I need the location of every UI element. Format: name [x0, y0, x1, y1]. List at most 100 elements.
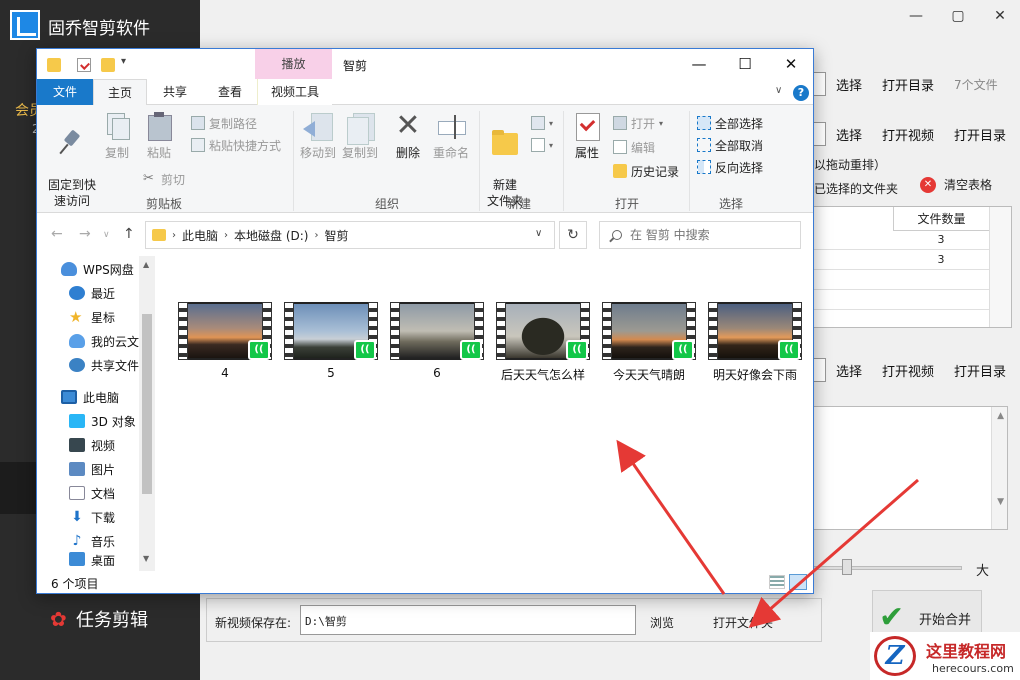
back-arrow-icon[interactable]: ← [51, 226, 63, 242]
select-button[interactable]: 选择 [836, 75, 862, 94]
nav-item-this-pc[interactable]: 此电脑 [61, 386, 119, 408]
minimize-button[interactable]: — [687, 53, 711, 75]
nav-item-3d-objects[interactable]: 3D 对象 [69, 410, 136, 432]
move-to-button[interactable]: 移动到 [299, 111, 337, 161]
history-button[interactable]: 历史记录 [613, 161, 679, 181]
nav-item-my-cloud-docs[interactable]: 我的云文 [69, 330, 139, 352]
nav-item-downloads[interactable]: ⬇ 下载 [69, 506, 115, 528]
save-path-input[interactable]: D:\智剪 [300, 605, 636, 635]
help-icon[interactable]: ? [793, 85, 809, 101]
properties-icon[interactable] [77, 58, 91, 72]
contextual-tab-play[interactable]: 播放 [255, 49, 332, 79]
invert-selection-button[interactable]: 反向选择 [697, 157, 763, 177]
breadcrumb-this-pc[interactable]: 此电脑 [182, 227, 218, 244]
input-box-edge[interactable] [812, 358, 826, 382]
nav-item-videos[interactable]: 视频 [69, 434, 115, 456]
tab-home[interactable]: 主页 [93, 79, 147, 105]
file-item[interactable]: (( 后天天气怎么样 [493, 302, 593, 383]
scroll-up-icon[interactable]: ▲ [997, 411, 1004, 421]
tab-share[interactable]: 共享 [149, 79, 201, 105]
clear-table-button[interactable]: ✕ 清空表格 [920, 176, 992, 193]
new-item-button[interactable]: ▾ [531, 113, 553, 133]
easy-access-button[interactable]: ▾ [531, 135, 553, 155]
rename-button[interactable]: 重命名 [431, 111, 471, 161]
details-view-icon[interactable] [769, 575, 785, 589]
tab-view[interactable]: 查看 [203, 79, 257, 105]
nav-item-starred[interactable]: ★ 星标 [69, 306, 115, 328]
delete-button[interactable]: ✕ 删除 [393, 111, 423, 161]
nav-item-recent[interactable]: 最近 [69, 282, 115, 304]
large-icons-view-icon[interactable] [789, 574, 807, 590]
app-close-button[interactable]: ✕ [990, 8, 1010, 26]
scroll-down-icon[interactable]: ▼ [143, 554, 149, 563]
navigation-scrollbar[interactable]: ▲ ▼ [139, 256, 155, 571]
nav-item-pictures[interactable]: 图片 [69, 458, 115, 480]
size-slider-track[interactable] [812, 566, 962, 570]
tab-video-tools[interactable]: 视频工具 [257, 79, 332, 105]
text-area-scrollbar[interactable]: ▲ ▼ [991, 407, 1007, 529]
recent-locations-icon[interactable]: ∨ [103, 230, 110, 240]
explorer-titlebar[interactable]: ▾ 播放 智剪 — ☐ ✕ [37, 49, 813, 79]
chevron-down-icon[interactable]: ∨ [775, 85, 782, 96]
copy-path-button[interactable]: 复制路径 [191, 113, 257, 133]
app-minimize-button[interactable]: — [906, 8, 926, 26]
nav-item-label: 我的云文 [91, 334, 140, 349]
sidebar-item-task-edit[interactable]: ✿ 任务剪辑 [50, 606, 148, 632]
paste-button[interactable]: 粘贴 [143, 111, 175, 161]
size-slider-thumb[interactable] [842, 559, 852, 575]
new-folder-icon[interactable] [101, 58, 115, 72]
open-dir-button[interactable]: 打开目录 [954, 125, 1006, 144]
scrollbar-thumb[interactable] [142, 314, 152, 494]
browse-button[interactable]: 浏览 [650, 614, 674, 631]
cut-button[interactable]: ✂ 剪切 [143, 169, 185, 189]
open-folder-button[interactable]: 打开文件夹 [713, 614, 773, 631]
pin-quick-access-button[interactable]: 固定到快 速访问 [43, 111, 101, 209]
paste-shortcut-button[interactable]: 粘贴快捷方式 [191, 135, 281, 155]
table-scrollbar[interactable] [989, 207, 1011, 327]
app-maximize-button[interactable]: ▢ [948, 8, 968, 26]
close-button[interactable]: ✕ [779, 53, 803, 75]
open-video-button[interactable]: 打开视频 [882, 125, 934, 144]
open-button[interactable]: 打开 ▾ [613, 113, 663, 133]
table-row-divider [813, 269, 989, 270]
file-item[interactable]: (( 6 [387, 302, 487, 380]
file-item[interactable]: (( 今天天气晴朗 [599, 302, 699, 383]
file-item[interactable]: (( 5 [281, 302, 381, 380]
breadcrumb-zhijian[interactable]: 智剪 [324, 227, 348, 244]
nav-item-documents[interactable]: 文档 [69, 482, 115, 504]
refresh-button[interactable]: ↻ [559, 221, 587, 249]
nav-item-music[interactable]: ♪ 音乐 [69, 530, 115, 552]
quick-access-dropdown-icon[interactable]: ▾ [121, 56, 126, 67]
select-none-button[interactable]: 全部取消 [697, 135, 763, 155]
copy-button[interactable]: 复制 [101, 111, 133, 161]
nav-item-desktop[interactable]: 桌面 [69, 552, 115, 566]
breadcrumb-local-disk[interactable]: 本地磁盘 (D:) [234, 227, 308, 244]
select-button[interactable]: 选择 [836, 361, 862, 380]
select-button[interactable]: 选择 [836, 125, 862, 144]
address-bar[interactable]: › 此电脑 › 本地磁盘 (D:) › 智剪 [145, 221, 555, 249]
maximize-button[interactable]: ☐ [733, 53, 757, 75]
open-video-button[interactable]: 打开视频 [882, 361, 934, 380]
input-box-edge[interactable] [812, 122, 826, 146]
address-dropdown-icon[interactable]: ∨ [535, 228, 542, 239]
search-input[interactable] [630, 228, 790, 242]
search-box[interactable] [599, 221, 801, 249]
open-dir-button[interactable]: 打开目录 [882, 75, 934, 94]
nav-item-label: 此电脑 [83, 390, 120, 405]
edit-button[interactable]: 编辑 [613, 137, 655, 157]
forward-arrow-icon[interactable]: → [79, 226, 91, 242]
text-area[interactable]: ▲ ▼ [812, 406, 1008, 530]
file-item[interactable]: (( 明天好像会下雨 [705, 302, 805, 383]
open-dir-button[interactable]: 打开目录 [954, 361, 1006, 380]
scroll-up-icon[interactable]: ▲ [143, 260, 149, 269]
file-item[interactable]: (( 4 [175, 302, 275, 380]
select-all-button[interactable]: 全部选择 [697, 113, 763, 133]
up-arrow-icon[interactable]: ↑ [123, 226, 135, 242]
properties-button[interactable]: 属性 [571, 111, 603, 161]
nav-item-wps-cloud[interactable]: WPS网盘 [61, 258, 134, 280]
scroll-down-icon[interactable]: ▼ [997, 497, 1004, 507]
input-box-edge[interactable] [812, 72, 826, 96]
tab-file[interactable]: 文件 [37, 79, 93, 105]
nav-item-shared-files[interactable]: 共享文件 [69, 354, 139, 376]
copy-to-button[interactable]: 复制到 [341, 111, 379, 161]
